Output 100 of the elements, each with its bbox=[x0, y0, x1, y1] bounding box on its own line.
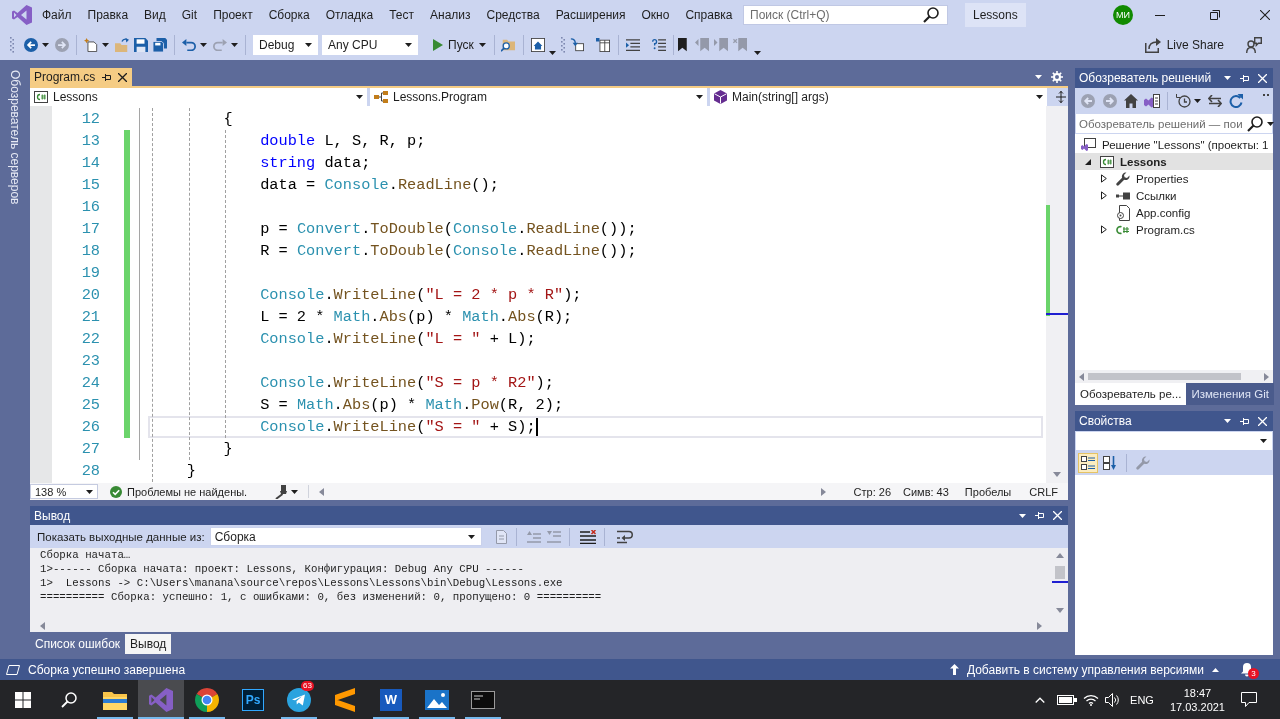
volume-icon[interactable] bbox=[1105, 692, 1122, 707]
columns-icon[interactable] bbox=[595, 38, 610, 52]
restore-icon[interactable] bbox=[1210, 10, 1220, 20]
word-wrap-icon[interactable] bbox=[616, 529, 633, 544]
tree-item[interactable]: App.config bbox=[1075, 204, 1273, 221]
window-home-icon[interactable] bbox=[530, 38, 545, 52]
round-logo-icon[interactable] bbox=[195, 687, 219, 712]
swap-arrows-icon[interactable] bbox=[1208, 94, 1222, 107]
ribbon-document-icon[interactable] bbox=[1144, 93, 1160, 108]
clock-icon[interactable] bbox=[1176, 93, 1191, 108]
menu-item[interactable]: Анализ bbox=[422, 5, 479, 25]
line-indicator[interactable]: Стр: 26 bbox=[853, 485, 891, 498]
issues-status[interactable]: Проблемы не найдены. bbox=[127, 485, 248, 498]
battery-icon[interactable] bbox=[1057, 694, 1078, 705]
tree-item[interactable]: Решение "Lessons" (проекты: 1 bbox=[1075, 136, 1273, 153]
source-control-button[interactable]: Добавить в систему управления версиями bbox=[949, 662, 1219, 677]
question-lines-icon[interactable] bbox=[651, 38, 666, 52]
scroll-right-icon[interactable] bbox=[820, 487, 826, 496]
notification-icon[interactable] bbox=[1241, 692, 1257, 707]
caret-icon[interactable] bbox=[200, 43, 207, 47]
menu-item[interactable]: Git bbox=[173, 5, 206, 25]
taskbar-button[interactable] bbox=[138, 680, 184, 719]
menu-item[interactable]: Вид bbox=[136, 5, 174, 25]
scroll-up-icon[interactable] bbox=[1056, 553, 1064, 558]
stripes-logo-icon[interactable] bbox=[335, 687, 355, 712]
caret-icon[interactable] bbox=[42, 43, 49, 47]
horizontal-scrollbar[interactable] bbox=[1075, 370, 1273, 383]
grip-icon[interactable] bbox=[10, 37, 14, 53]
output-source-dropdown[interactable]: Сборка bbox=[209, 527, 482, 546]
member-dropdown[interactable]: Main(string[] args) bbox=[710, 88, 1047, 106]
document-tab[interactable]: Program.cs bbox=[30, 68, 133, 86]
expander-icon[interactable] bbox=[1101, 225, 1107, 234]
line-ending-indicator[interactable]: CRLF bbox=[1029, 485, 1058, 498]
clock-date[interactable]: 17.03.2021 bbox=[1169, 699, 1225, 714]
save-all-icon[interactable] bbox=[153, 38, 167, 52]
type-dropdown[interactable]: Lessons.Program bbox=[370, 88, 707, 106]
caret-icon[interactable] bbox=[102, 43, 109, 47]
caret-icon[interactable] bbox=[548, 51, 556, 55]
caret-icon[interactable] bbox=[231, 43, 238, 47]
lines-x-icon[interactable] bbox=[579, 529, 596, 544]
scroll-right-icon[interactable] bbox=[1264, 372, 1269, 381]
menu-item[interactable]: Файл bbox=[34, 5, 80, 25]
start-button[interactable]: Пуск bbox=[433, 38, 486, 52]
tree-item[interactable]: Lessons bbox=[1075, 153, 1273, 170]
menu-item[interactable]: Правка bbox=[79, 5, 137, 25]
menu-item[interactable]: Отладка bbox=[317, 5, 382, 25]
box-arrow-icon[interactable] bbox=[569, 38, 584, 52]
search-icon[interactable] bbox=[61, 691, 77, 708]
close-icon[interactable] bbox=[118, 72, 128, 82]
menu-item[interactable]: Расширения bbox=[547, 5, 634, 25]
folder-arrow-icon[interactable] bbox=[115, 38, 129, 52]
save-icon[interactable] bbox=[134, 38, 148, 52]
sort-icon[interactable] bbox=[1103, 456, 1117, 470]
paper-plane-icon[interactable] bbox=[287, 687, 311, 712]
live-share-button[interactable]: Live Share bbox=[1144, 37, 1224, 53]
folder-search-icon[interactable] bbox=[500, 38, 515, 52]
pin-icon[interactable] bbox=[102, 72, 112, 82]
expander-icon[interactable] bbox=[1085, 158, 1091, 165]
vertical-scrollbar[interactable] bbox=[1046, 106, 1068, 483]
tree-item[interactable]: Properties bbox=[1075, 170, 1273, 187]
back-icon[interactable] bbox=[24, 38, 38, 52]
panel-tab[interactable]: Изменения Git bbox=[1186, 383, 1274, 405]
text-lines-icon[interactable] bbox=[625, 38, 640, 52]
bookmark-icon[interactable] bbox=[677, 38, 687, 52]
caret-icon[interactable] bbox=[1224, 76, 1231, 80]
project-dropdown[interactable]: Lessons bbox=[30, 88, 367, 106]
brush-icon[interactable] bbox=[275, 484, 288, 499]
search-field[interactable]: Поиск (Ctrl+Q) bbox=[743, 5, 948, 25]
terminal-icon[interactable] bbox=[471, 690, 495, 709]
chevron-up-icon[interactable] bbox=[1035, 696, 1046, 703]
scroll-down-icon[interactable] bbox=[1053, 472, 1061, 477]
split-arrows-icon[interactable] bbox=[1056, 91, 1066, 103]
folder-icon[interactable] bbox=[103, 689, 127, 710]
minimize-icon[interactable] bbox=[1155, 14, 1165, 16]
picture-icon[interactable] bbox=[425, 689, 449, 710]
column-indicator[interactable]: Симв: 43 bbox=[903, 485, 949, 498]
home-icon[interactable] bbox=[1124, 93, 1138, 108]
menu-item[interactable]: Справка bbox=[677, 5, 741, 25]
toolbar-button[interactable] bbox=[1078, 453, 1098, 473]
caret-icon[interactable] bbox=[1019, 513, 1026, 518]
panel-tab[interactable]: Вывод bbox=[125, 634, 172, 654]
caret-icon[interactable] bbox=[753, 51, 761, 55]
scroll-left-icon[interactable] bbox=[40, 622, 45, 630]
wifi-icon[interactable] bbox=[1083, 693, 1100, 706]
language-indicator[interactable]: ENG bbox=[1130, 693, 1154, 706]
start-icon[interactable] bbox=[15, 691, 31, 708]
menu-item[interactable]: Проект bbox=[205, 5, 261, 25]
panel-tab[interactable]: Обозреватель ре... bbox=[1075, 383, 1187, 405]
scroll-down-icon[interactable] bbox=[1056, 608, 1064, 613]
letter-tile-icon[interactable]: Ps bbox=[242, 688, 264, 711]
settings-icon[interactable] bbox=[1051, 71, 1063, 83]
menu-item[interactable]: Сборка bbox=[260, 5, 318, 25]
scrollbar-thumb[interactable] bbox=[1088, 373, 1241, 380]
panel-tab[interactable]: Список ошибок bbox=[30, 634, 126, 654]
avatar[interactable]: МИ bbox=[1113, 5, 1133, 25]
server-explorer-tab[interactable]: Обозреватель серверов bbox=[8, 68, 22, 207]
menu-item[interactable]: Тест bbox=[381, 5, 422, 25]
whitespace-indicator[interactable]: Пробелы bbox=[964, 485, 1012, 498]
scroll-right-icon[interactable] bbox=[1037, 622, 1042, 630]
person-bubble-icon[interactable] bbox=[1246, 37, 1262, 53]
